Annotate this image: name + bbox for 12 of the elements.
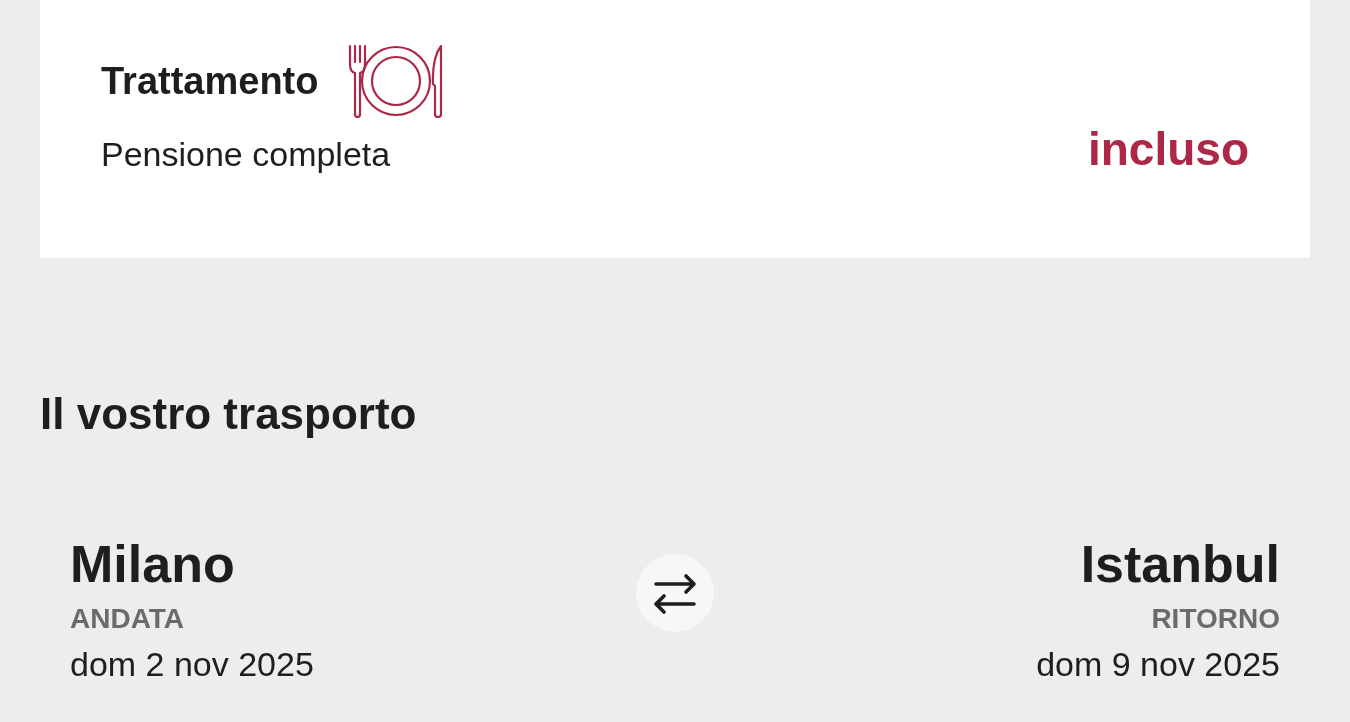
transport-heading: Il vostro trasporto [40,388,418,440]
leg-label: ANDATA [70,602,185,636]
city-name: Istanbul [1080,534,1280,594]
city-name: Milano [70,534,235,594]
leg-label: RITORNO [1151,602,1280,636]
leg-date: dom 2 nov 2025 [70,644,314,685]
board-title: Trattamento [101,59,319,104]
board-description: Pensione completa [101,134,391,175]
leg-date: dom 9 nov 2025 [1036,644,1280,685]
board-price: incluso [1087,122,1249,176]
swap-arrows-icon [636,554,714,632]
plate-fork-knife-icon [348,44,445,118]
